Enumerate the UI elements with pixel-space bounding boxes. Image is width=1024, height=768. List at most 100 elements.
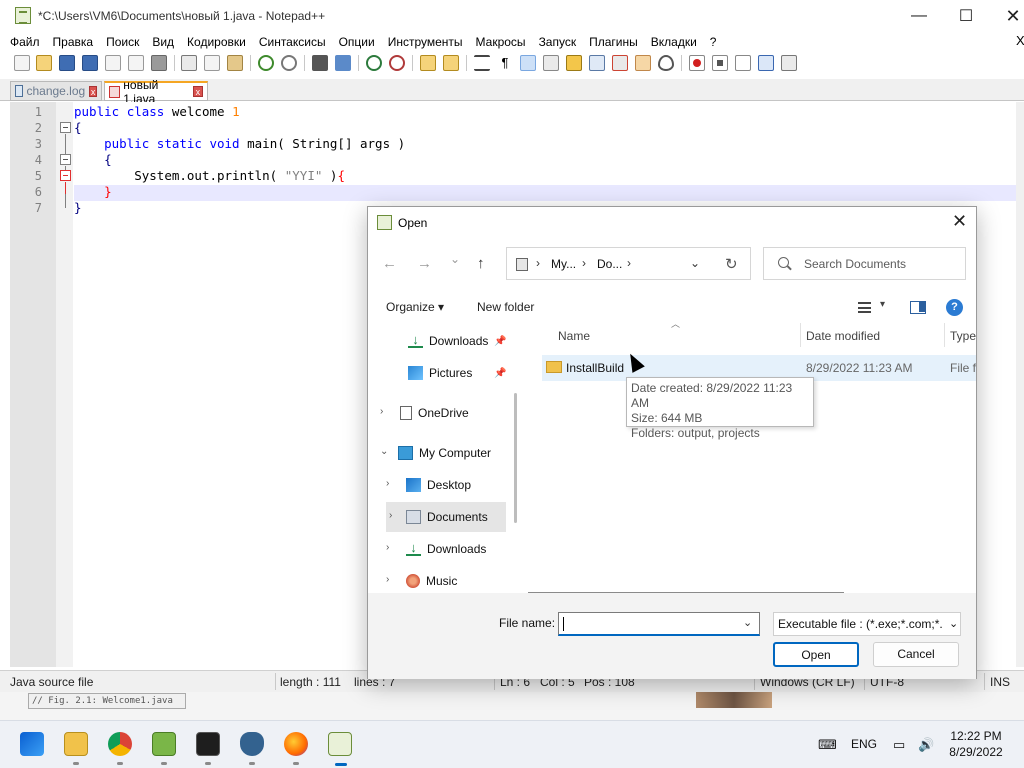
expand-chevron-icon[interactable]: › [380, 406, 383, 417]
menu-edit[interactable]: Правка [53, 35, 94, 49]
terminal-icon[interactable] [196, 732, 220, 756]
nav-item-my-computer[interactable]: ⌄ My Computer [380, 438, 513, 468]
open-button[interactable]: Open [773, 642, 859, 667]
close-all-icon[interactable] [128, 55, 144, 71]
nav-item-downloads-quick[interactable]: ↓ Downloads [408, 326, 508, 356]
file-name-dropdown-icon[interactable]: ⌄ [743, 616, 752, 629]
print-icon[interactable] [151, 55, 167, 71]
menu-file[interactable]: Файл [10, 35, 40, 49]
maximize-button[interactable]: ☐ [943, 0, 989, 32]
nav-item-music[interactable]: › Music [386, 566, 506, 596]
zoom-in-icon[interactable] [366, 55, 382, 71]
back-button[interactable]: ← [382, 255, 397, 272]
notepadpp-taskbar-icon[interactable] [328, 732, 352, 766]
system-clock[interactable]: 12:22 PM 8/29/2022 [942, 728, 1010, 760]
fold-toggle-icon[interactable] [60, 170, 71, 181]
expand-chevron-icon[interactable]: › [389, 510, 392, 521]
filter-dropdown-icon[interactable]: ⌄ [946, 617, 959, 630]
show-all-characters-icon[interactable]: ¶ [497, 55, 513, 71]
cancel-button[interactable]: Cancel [873, 642, 959, 667]
doc-list-icon[interactable] [589, 55, 605, 71]
menu-run[interactable]: Запуск [539, 35, 577, 49]
organize-button[interactable]: Organize ▾ [386, 300, 444, 314]
indent-guide-icon[interactable] [520, 55, 536, 71]
firefox-icon[interactable] [284, 732, 308, 756]
start-icon[interactable] [20, 732, 44, 756]
help-icon[interactable]: ? [946, 299, 963, 316]
menu-view[interactable]: Вид [152, 35, 174, 49]
postgresql-icon[interactable] [240, 732, 264, 756]
save-icon[interactable] [59, 55, 75, 71]
function-list-icon[interactable] [612, 55, 628, 71]
nav-item-onedrive[interactable]: › OneDrive [380, 398, 510, 428]
copy-icon[interactable] [204, 55, 220, 71]
pin-icon[interactable]: 📌 [494, 336, 506, 347]
tab-close-icon[interactable]: x [192, 86, 203, 97]
run-macro-multiple-icon[interactable] [758, 55, 774, 71]
expand-chevron-icon[interactable]: › [386, 542, 389, 553]
nav-item-downloads[interactable]: › ↓ Downloads [386, 534, 506, 564]
save-macro-icon[interactable] [781, 55, 797, 71]
breadcrumb-my-computer[interactable]: My... [551, 257, 576, 271]
lang-define-icon[interactable] [543, 55, 559, 71]
paste-icon[interactable] [227, 55, 243, 71]
monitoring-icon[interactable] [658, 55, 674, 71]
menu-encoding[interactable]: Кодировки [187, 35, 246, 49]
new-file-icon[interactable] [14, 55, 30, 71]
fold-toggle-icon[interactable] [60, 122, 71, 133]
menu-help[interactable]: ? [710, 35, 717, 49]
word-wrap-icon[interactable] [474, 55, 490, 71]
refresh-icon[interactable]: ↻ [725, 255, 738, 273]
expand-chevron-icon[interactable]: › [386, 478, 389, 489]
menu-plugins[interactable]: Плагины [589, 35, 638, 49]
play-macro-icon[interactable] [735, 55, 751, 71]
breadcrumb-documents[interactable]: Do... [597, 257, 622, 271]
collapse-chevron-icon[interactable]: ⌄ [380, 446, 388, 457]
close-window-button[interactable]: ✕ [990, 0, 1024, 32]
nav-item-pictures[interactable]: Pictures [408, 358, 508, 388]
stop-macro-icon[interactable] [712, 55, 728, 71]
sync-vertical-icon[interactable] [420, 55, 436, 71]
dialog-close-button[interactable]: ✕ [952, 211, 967, 232]
language-indicator[interactable]: ENG [851, 737, 877, 751]
title-bar[interactable]: *C:\Users\VM6\Documents\новый 1.java - N… [0, 0, 1024, 32]
view-dropdown-icon[interactable]: ▾ [880, 299, 885, 310]
record-macro-icon[interactable] [689, 55, 705, 71]
expand-chevron-icon[interactable]: › [386, 574, 389, 585]
up-button[interactable]: ↑ [477, 255, 485, 272]
nav-item-documents[interactable]: › Documents [386, 502, 506, 532]
menu-search[interactable]: Поиск [106, 35, 139, 49]
close-document-icon[interactable]: X [1016, 33, 1024, 48]
file-name-input[interactable]: ⌄ [558, 612, 760, 636]
file-explorer-icon[interactable] [64, 732, 88, 756]
cut-icon[interactable] [181, 55, 197, 71]
column-separator[interactable] [944, 323, 945, 347]
file-type-filter[interactable]: Executable file : (*.exe;*.com;*. ⌄ [773, 612, 961, 636]
address-dropdown-icon[interactable]: ⌄ [690, 256, 700, 270]
recent-locations-button[interactable]: ⌄ [450, 252, 460, 266]
redo-icon[interactable] [281, 55, 297, 71]
tab-change-log[interactable]: change.log x [10, 81, 102, 101]
installer-icon[interactable] [152, 732, 176, 756]
close-file-icon[interactable] [105, 55, 121, 71]
tab-new-1-java[interactable]: новый 1.java x [104, 78, 208, 106]
vertical-scrollbar[interactable] [1016, 102, 1024, 667]
folder-as-workspace-icon[interactable] [635, 55, 651, 71]
pin-icon[interactable]: 📌 [494, 368, 506, 379]
column-header-type[interactable]: Type [950, 329, 976, 343]
replace-icon[interactable] [335, 55, 351, 71]
zoom-out-icon[interactable] [389, 55, 405, 71]
keyboard-icon[interactable]: ⌨ [818, 737, 837, 753]
forward-button[interactable]: → [417, 255, 432, 272]
view-options-icon[interactable] [858, 302, 871, 313]
tab-close-icon[interactable]: x [89, 85, 97, 97]
sync-horizontal-icon[interactable] [443, 55, 459, 71]
save-all-icon[interactable] [82, 55, 98, 71]
column-separator[interactable] [800, 323, 801, 347]
undo-icon[interactable] [258, 55, 274, 71]
volume-icon[interactable]: 🔊 [918, 737, 934, 753]
menu-tools[interactable]: Инструменты [388, 35, 463, 49]
menu-macro[interactable]: Макросы [476, 35, 526, 49]
doc-map-icon[interactable] [566, 55, 582, 71]
menu-window[interactable]: Вкладки [651, 35, 697, 49]
